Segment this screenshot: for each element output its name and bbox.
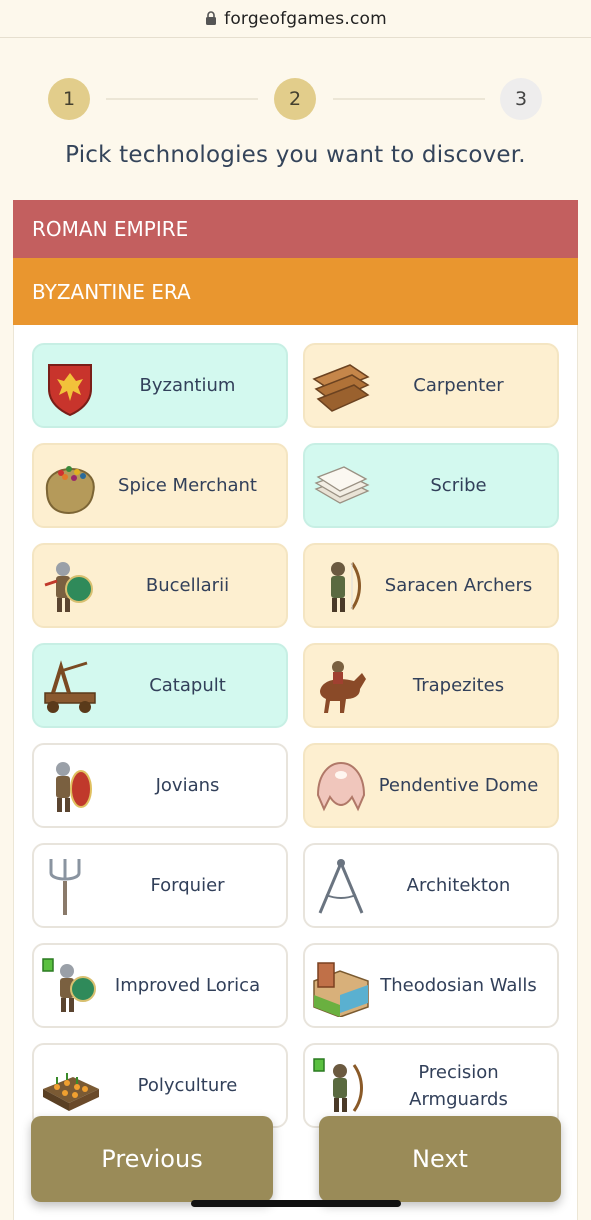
- wooden-planks-icon: [310, 355, 372, 417]
- next-button[interactable]: Next: [319, 1116, 561, 1202]
- era-header[interactable]: BYZANTINE ERA: [13, 258, 578, 325]
- tech-card-byzantium[interactable]: Byzantium: [32, 343, 288, 428]
- tech-card-bucellarii[interactable]: Bucellarii: [32, 543, 288, 628]
- tech-card-saracen-archers[interactable]: Saracen Archers: [303, 543, 559, 628]
- tech-name: Carpenter: [413, 375, 504, 396]
- tech-card-jovians[interactable]: Jovians: [32, 743, 288, 828]
- tech-name: Scribe: [430, 475, 487, 496]
- browser-address-bar[interactable]: forgeofgames.com: [0, 0, 591, 38]
- tech-name: Polyculture: [137, 1075, 238, 1096]
- eagle-shield-icon: [39, 355, 101, 417]
- upgraded-soldier-icon: [39, 955, 101, 1017]
- upgraded-archer-icon: [310, 1055, 372, 1117]
- tech-name: Jovians: [155, 775, 220, 796]
- tech-card-trapezites[interactable]: Trapezites: [303, 643, 559, 728]
- step-connector: [333, 98, 485, 100]
- wizard-stepper: 1 2 3: [48, 78, 543, 120]
- horse-rider-icon: [310, 655, 372, 717]
- tech-card-forquier[interactable]: Forquier: [32, 843, 288, 928]
- lock-icon: [206, 10, 217, 25]
- tech-name: Bucellarii: [145, 575, 230, 596]
- tech-name: Spice Merchant: [118, 475, 257, 496]
- tech-name: Precision Armguards: [409, 1061, 508, 1110]
- paper-stack-icon: [310, 455, 372, 517]
- home-indicator: [191, 1200, 401, 1207]
- tech-card-improved-lorica[interactable]: Improved Lorica: [32, 943, 288, 1028]
- crop-field-icon: [39, 1055, 101, 1117]
- tech-card-spice-merchant[interactable]: Spice Merchant: [32, 443, 288, 528]
- previous-button[interactable]: Previous: [31, 1116, 273, 1202]
- dome-icon: [310, 755, 372, 817]
- era-title: BYZANTINE ERA: [32, 279, 191, 304]
- tech-card-pendentive-dome[interactable]: Pendentive Dome: [303, 743, 559, 828]
- tech-card-carpenter[interactable]: Carpenter: [303, 343, 559, 428]
- tech-card-catapult[interactable]: Catapult: [32, 643, 288, 728]
- step-1[interactable]: 1: [48, 78, 90, 120]
- tech-card-scribe[interactable]: Scribe: [303, 443, 559, 528]
- tech-name: Improved Lorica: [114, 975, 261, 996]
- age-title: ROMAN EMPIRE: [32, 217, 189, 241]
- age-header[interactable]: ROMAN EMPIRE: [13, 200, 578, 258]
- tech-name: Architekton: [406, 875, 511, 896]
- shield-soldier-icon: [39, 555, 101, 617]
- archer-icon: [310, 555, 372, 617]
- tech-name: Trapezites: [412, 675, 505, 696]
- step-connector: [106, 98, 258, 100]
- tech-name: Saracen Archers: [384, 575, 533, 596]
- tech-name: Pendentive Dome: [378, 775, 539, 796]
- catapult-icon: [39, 655, 101, 717]
- page-instruction: Pick technologies you want to discover.: [65, 142, 526, 168]
- tech-card-architekton[interactable]: Architekton: [303, 843, 559, 928]
- red-shield-soldier-icon: [39, 755, 101, 817]
- city-walls-icon: [310, 955, 372, 1017]
- tech-name: Forquier: [150, 875, 225, 896]
- url-text: forgeofgames.com: [224, 8, 387, 29]
- step-3[interactable]: 3: [500, 78, 542, 120]
- tech-name: Theodosian Walls: [380, 975, 537, 996]
- tech-name: Byzantium: [139, 375, 236, 396]
- step-2[interactable]: 2: [274, 78, 316, 120]
- spice-sack-icon: [39, 455, 101, 517]
- pitchfork-icon: [39, 855, 101, 917]
- tech-name: Catapult: [149, 675, 226, 696]
- tech-card-theodosian-walls[interactable]: Theodosian Walls: [303, 943, 559, 1028]
- compass-icon: [310, 855, 372, 917]
